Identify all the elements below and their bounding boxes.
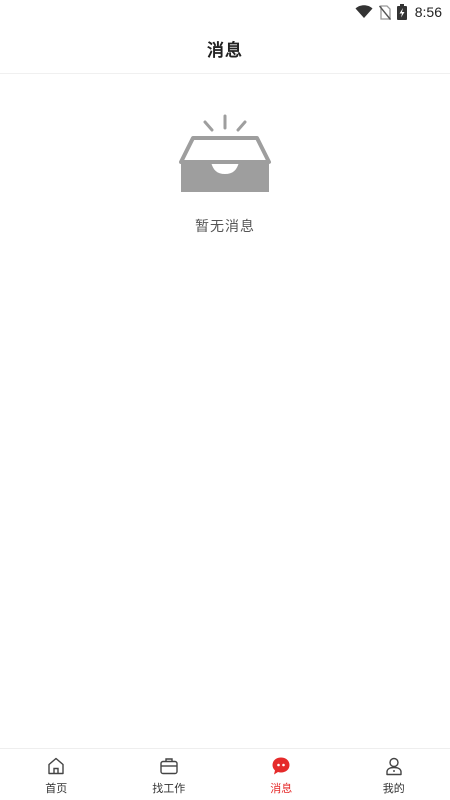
tab-label: 找工作 bbox=[152, 782, 186, 795]
bottom-tab-bar: 首页 找工作 消息 我的 bbox=[0, 748, 450, 800]
tab-label: 首页 bbox=[45, 782, 68, 795]
page-title: 消息 bbox=[207, 41, 243, 61]
no-sim-icon bbox=[378, 4, 391, 20]
tab-label: 我的 bbox=[382, 782, 405, 795]
briefcase-icon bbox=[158, 755, 180, 777]
empty-state: 暂无消息 bbox=[0, 112, 450, 236]
status-time: 8:56 bbox=[414, 4, 442, 20]
user-icon bbox=[383, 755, 405, 777]
wifi-icon bbox=[355, 5, 373, 19]
tab-messages[interactable]: 消息 bbox=[225, 749, 338, 800]
tab-label: 消息 bbox=[270, 782, 293, 795]
page-header: 消息 bbox=[0, 24, 450, 74]
chat-icon bbox=[270, 755, 292, 777]
empty-message: 暂无消息 bbox=[195, 219, 255, 235]
tab-home[interactable]: 首页 bbox=[0, 749, 113, 800]
tab-mine[interactable]: 我的 bbox=[338, 749, 450, 800]
battery-charging-icon bbox=[396, 4, 407, 20]
empty-inbox-icon bbox=[175, 112, 275, 196]
tab-find-job[interactable]: 找工作 bbox=[113, 749, 226, 800]
home-icon bbox=[45, 755, 67, 777]
status-bar: 8:56 bbox=[0, 0, 450, 24]
